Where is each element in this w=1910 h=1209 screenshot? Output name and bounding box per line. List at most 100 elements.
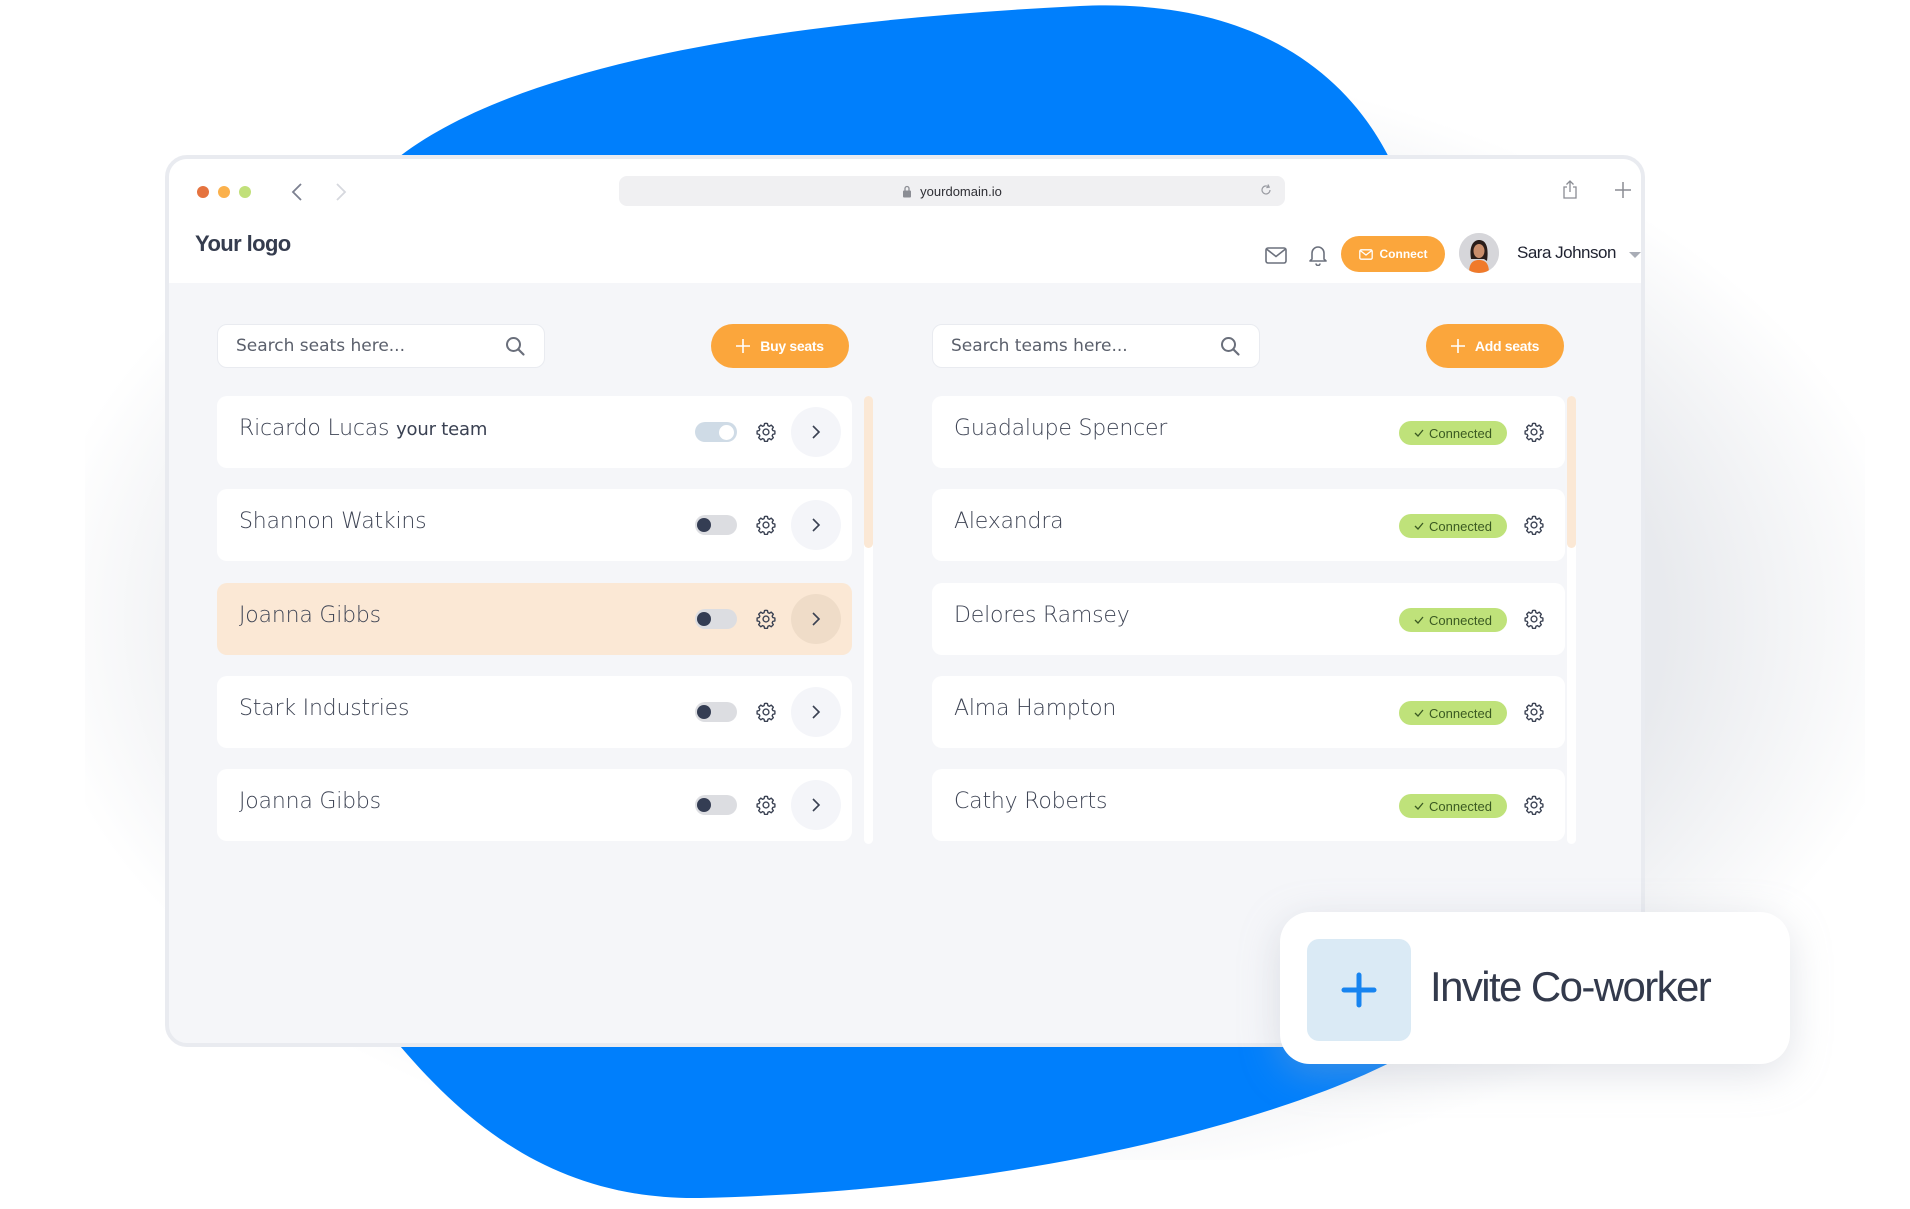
gear-icon[interactable] [1523,514,1545,536]
logo[interactable]: Your logo [195,231,291,257]
address-bar[interactable]: yourdomain.io [619,176,1285,206]
row-open-button[interactable] [791,687,841,737]
toggle-knob [697,798,711,812]
gear-icon[interactable] [1523,421,1545,443]
seat-row[interactable]: Shannon Watkins [217,489,852,561]
row-open-button[interactable] [791,500,841,550]
search-icon[interactable] [504,335,526,357]
status-badge: Connected [1399,514,1507,538]
chevron-right-icon [812,425,821,439]
check-icon [1414,616,1424,624]
seat-row[interactable]: Joanna Gibbs [217,583,852,655]
team-name: Delores Ramsey [954,603,1130,628]
search-seats-field[interactable] [217,324,545,368]
search-seats-input[interactable] [236,336,504,356]
search-teams-input[interactable] [951,336,1219,356]
teams-scrollbar[interactable] [1567,396,1576,844]
team-row[interactable]: Guadalupe Spencer Connected [932,396,1565,468]
seat-toggle[interactable] [695,515,737,535]
seat-row[interactable]: Stark Industries [217,676,852,748]
seat-subtitle: your team [396,419,488,440]
plus-icon [1341,972,1377,1008]
gear-icon[interactable] [755,608,777,630]
plus-icon [1450,339,1465,353]
avatar[interactable] [1459,233,1499,273]
team-name: Guadalupe Spencer [954,416,1168,441]
row-open-button[interactable] [791,780,841,830]
chevron-right-icon [812,612,821,626]
seat-name: Ricardo Lucas your team [239,416,488,441]
new-tab-icon[interactable] [1612,177,1634,203]
row-open-button[interactable] [791,594,841,644]
chevron-right-icon [812,705,821,719]
team-row[interactable]: Alexandra Connected [932,489,1565,561]
url-text: yourdomain.io [920,183,1002,199]
check-icon [1414,709,1424,717]
status-badge: Connected [1399,794,1507,818]
minimize-window-dot[interactable] [218,186,230,198]
buy-seats-button[interactable]: Buy seats [711,324,849,368]
close-window-dot[interactable] [197,186,209,198]
teams-scrollbar-thumb[interactable] [1567,396,1576,548]
check-icon [1414,802,1424,810]
search-teams-field[interactable] [932,324,1260,368]
gear-icon[interactable] [755,701,777,723]
status-badge: Connected [1399,608,1507,632]
seat-name: Stark Industries [239,696,410,721]
gear-icon[interactable] [1523,794,1545,816]
seat-toggle[interactable] [695,422,737,442]
toggle-knob [697,612,711,626]
gear-icon[interactable] [755,421,777,443]
toggle-knob [697,705,711,719]
status-badge: Connected [1399,701,1507,725]
connect-button[interactable]: Connect [1341,236,1445,272]
status-badge: Connected [1399,421,1507,445]
back-icon[interactable] [287,179,307,205]
app-header: yourdomain.io Your logo Connect Sara Joh… [169,159,1641,283]
seat-toggle[interactable] [695,609,737,629]
seat-name: Joanna Gibbs [239,789,381,814]
invite-coworker-card[interactable]: Invite Co-worker [1280,912,1790,1064]
seats-scrollbar[interactable] [864,396,873,844]
team-name: Alma Hampton [954,696,1117,721]
mail-icon [1358,248,1373,260]
buy-seats-label: Buy seats [760,338,824,354]
team-row[interactable]: Alma Hampton Connected [932,676,1565,748]
seat-toggle[interactable] [695,795,737,815]
seat-row[interactable]: Ricardo Lucas your team [217,396,852,468]
forward-icon[interactable] [331,179,351,205]
reload-icon[interactable] [1259,183,1273,197]
share-icon[interactable] [1559,177,1581,203]
mail-icon[interactable] [1264,243,1288,267]
toggle-knob [697,518,711,532]
team-row[interactable]: Delores Ramsey Connected [932,583,1565,655]
seat-name: Joanna Gibbs [239,603,381,628]
seat-name: Shannon Watkins [239,509,427,534]
search-icon[interactable] [1219,335,1241,357]
team-name: Cathy Roberts [954,789,1108,814]
seats-scrollbar-thumb[interactable] [864,396,873,548]
gear-icon[interactable] [1523,701,1545,723]
seat-toggle[interactable] [695,702,737,722]
lock-icon [903,185,912,197]
connect-label: Connect [1379,247,1428,261]
team-row[interactable]: Cathy Roberts Connected [932,769,1565,841]
chevron-down-icon[interactable] [1629,252,1641,258]
add-seats-button[interactable]: Add seats [1426,324,1564,368]
user-name[interactable]: Sara Johnson [1517,243,1616,263]
toggle-knob [719,424,734,440]
chevron-right-icon [812,518,821,532]
seat-row[interactable]: Joanna Gibbs [217,769,852,841]
chevron-right-icon [812,798,821,812]
bell-icon[interactable] [1306,243,1330,267]
gear-icon[interactable] [755,514,777,536]
add-seats-label: Add seats [1474,338,1540,354]
maximize-window-dot[interactable] [239,186,251,198]
check-icon [1414,522,1424,530]
row-open-button[interactable] [791,407,841,457]
check-icon [1414,429,1424,437]
invite-coworker-label: Invite Co-worker [1430,963,1712,1010]
gear-icon[interactable] [1523,608,1545,630]
gear-icon[interactable] [755,794,777,816]
invite-plus-button[interactable] [1307,939,1411,1041]
